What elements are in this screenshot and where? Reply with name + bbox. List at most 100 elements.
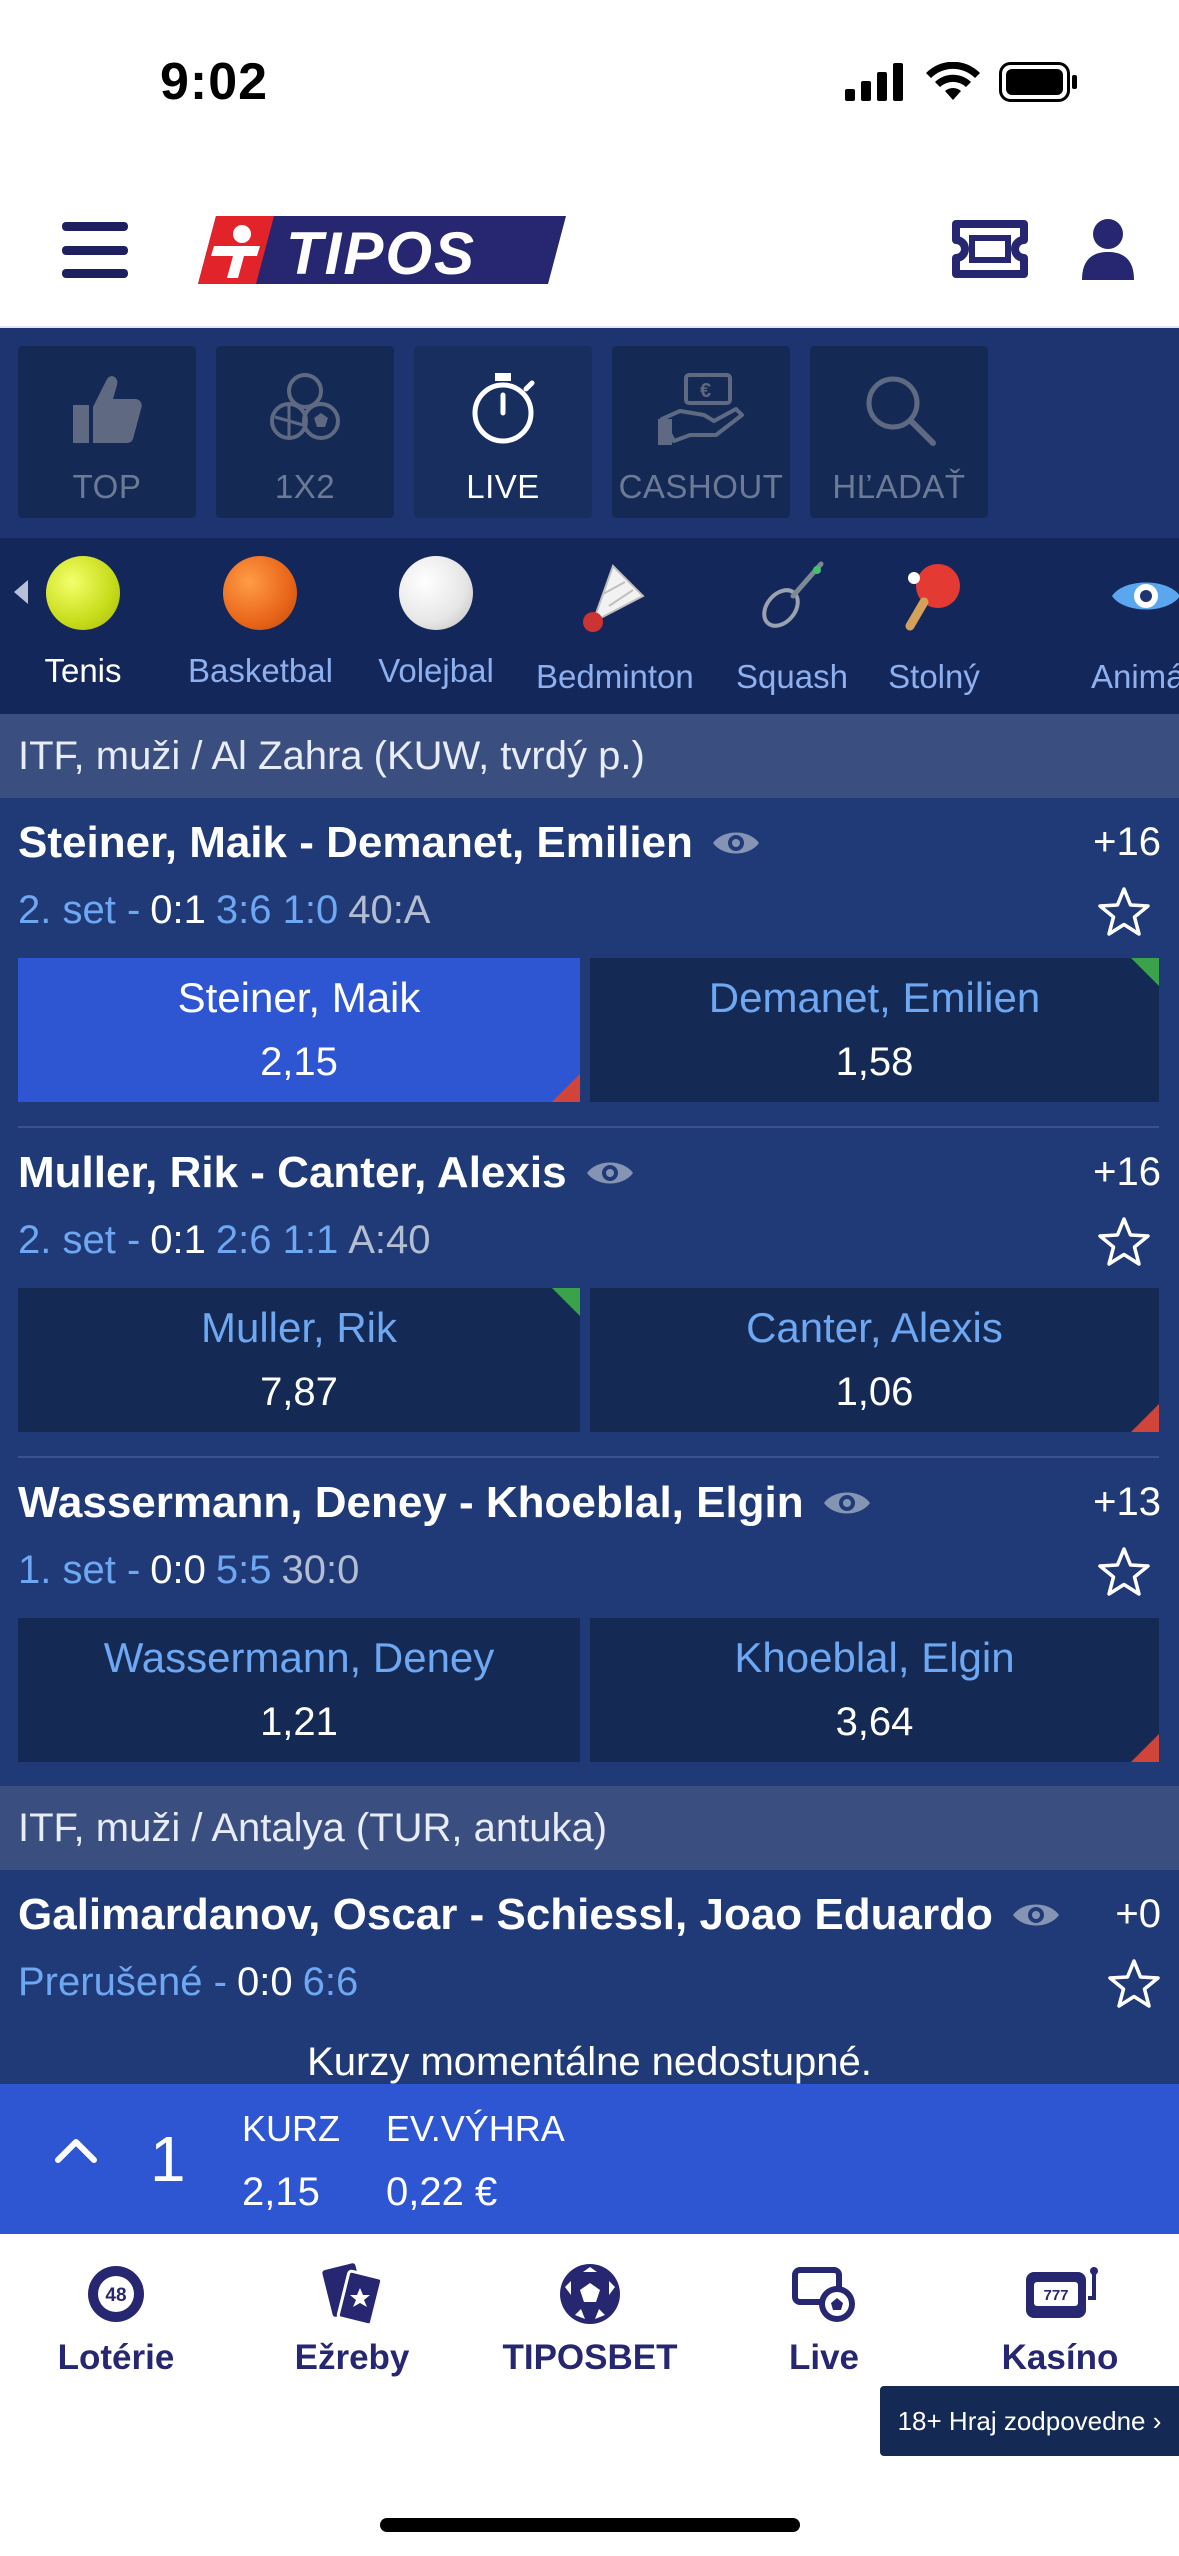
scroll-left-icon[interactable] xyxy=(14,580,28,604)
match-card: Muller, Rik - Canter, Alexis +16 2. set … xyxy=(0,1128,1179,1458)
sport-name: Basketbal xyxy=(188,652,333,689)
more-markets-count[interactable]: +16 xyxy=(1093,1150,1161,1195)
odd-button-away[interactable]: Demanet, Emilien 1,58 xyxy=(590,958,1159,1102)
odds-up-indicator xyxy=(552,1288,580,1316)
favorite-star-icon[interactable] xyxy=(1107,1958,1161,2010)
sport-volejbal[interactable]: Volejbal xyxy=(378,556,494,690)
nav-label: Lotérie xyxy=(57,2338,175,2377)
sport-tenis[interactable]: Tenis xyxy=(38,556,128,690)
match-title[interactable]: Muller, Rik - Canter, Alexis xyxy=(18,1148,635,1198)
svg-text:48: 48 xyxy=(105,2285,126,2306)
tipos-logo[interactable]: TIPOS xyxy=(196,214,566,286)
tab-search[interactable]: HĽADAŤ xyxy=(810,346,988,518)
nav-ezreby[interactable]: Ežreby xyxy=(252,2258,452,2378)
odd-button-home[interactable]: Muller, Rik 7,87 xyxy=(18,1288,580,1432)
odds-row: Steiner, Maik 2,15 Demanet, Emilien 1,58 xyxy=(18,958,1159,1102)
potential-win-label: EV.VÝHRA xyxy=(386,2108,565,2149)
live-score: 2. set -0:1 2:6 1:1 A:40 xyxy=(18,1218,431,1262)
league-header[interactable]: ITF, muži / Al Zahra (KUW, tvrdý p.) xyxy=(0,714,1179,798)
chevron-up-icon[interactable] xyxy=(54,2134,98,2164)
live-score: Prerušené -0:0 6:6 xyxy=(18,1960,359,2004)
live-screen-ball-icon xyxy=(792,2267,855,2322)
search-icon xyxy=(866,376,936,446)
eye-icon[interactable] xyxy=(711,827,761,859)
tab-label: HĽADAŤ xyxy=(832,468,966,505)
status-icons xyxy=(845,62,1079,102)
odds-label: KURZ xyxy=(242,2108,340,2149)
thumbs-up-icon xyxy=(73,376,142,443)
favorite-star-icon[interactable] xyxy=(1097,1216,1151,1268)
tab-label: 1X2 xyxy=(274,468,336,505)
odds-unavailable-message: Kurzy momentálne nedostupné. xyxy=(307,2040,872,2084)
sport-name: Tenis xyxy=(44,652,122,689)
svg-text:777: 777 xyxy=(1043,2287,1068,2304)
odds-down-indicator xyxy=(1131,1404,1159,1432)
odd-button-away[interactable]: Khoeblal, Elgin 3,64 xyxy=(590,1618,1159,1762)
more-markets-count[interactable]: +13 xyxy=(1093,1480,1161,1525)
tab-1x2[interactable]: 1X2 xyxy=(216,346,394,518)
sport-name: Animác xyxy=(1090,658,1179,695)
more-markets-count[interactable]: +16 xyxy=(1093,820,1161,865)
tab-label: TOP xyxy=(72,468,142,505)
nav-loterie[interactable]: 48 Lotérie xyxy=(16,2258,216,2378)
odd-button-home[interactable]: Steiner, Maik 2,15 xyxy=(18,958,580,1102)
e-tickets-icon xyxy=(322,2263,384,2326)
odds-row: Wassermann, Deney 1,21 Khoeblal, Elgin 3… xyxy=(18,1618,1159,1762)
odds-down-indicator xyxy=(1131,1734,1159,1762)
eye-icon[interactable] xyxy=(1011,1899,1061,1931)
favorite-star-icon[interactable] xyxy=(1097,886,1151,938)
squash-racket-icon xyxy=(762,561,824,628)
battery-icon xyxy=(999,62,1077,102)
nav-label: Live xyxy=(788,2338,860,2377)
tab-top[interactable]: TOP xyxy=(18,346,196,518)
match-title[interactable]: Wassermann, Deney - Khoeblal, Elgin xyxy=(18,1478,872,1528)
live-score: 1. set -0:0 5:5 30:0 xyxy=(18,1548,360,1592)
favorite-star-icon[interactable] xyxy=(1097,1546,1151,1598)
match-title[interactable]: Steiner, Maik - Demanet, Emilien xyxy=(18,818,761,868)
match-card: Wassermann, Deney - Khoeblal, Elgin +13 … xyxy=(0,1458,1179,1784)
volleyball-icon xyxy=(399,556,473,630)
ticket-icon[interactable] xyxy=(952,220,1028,278)
sport-animacie[interactable]: Animác xyxy=(1076,556,1179,696)
nav-live[interactable]: Live xyxy=(724,2258,924,2378)
status-time: 9:02 xyxy=(160,53,269,111)
odds-row: Muller, Rik 7,87 Canter, Alexis 1,06 xyxy=(18,1288,1159,1432)
more-markets-count[interactable]: +0 xyxy=(1115,1892,1161,1937)
top-navigation: TOP 1X2 LIVE € CASHOUT HĽADAŤ xyxy=(0,328,1179,538)
odd-button-home[interactable]: Wassermann, Deney 1,21 xyxy=(18,1618,580,1762)
user-account-icon[interactable] xyxy=(1080,218,1136,280)
sport-squash[interactable]: Squash xyxy=(736,556,848,696)
eye-icon[interactable] xyxy=(585,1157,635,1189)
odd-button-away[interactable]: Canter, Alexis 1,06 xyxy=(590,1288,1159,1432)
match-title[interactable]: Galimardanov, Oscar - Schiessl, Joao Edu… xyxy=(18,1890,1061,1940)
league-header[interactable]: ITF, muži / Antalya (TUR, antuka) xyxy=(0,1786,1179,1870)
signal-icon xyxy=(845,63,903,101)
tab-live[interactable]: LIVE xyxy=(414,346,592,518)
tab-label: LIVE xyxy=(466,468,540,505)
odds-down-indicator xyxy=(552,1074,580,1102)
eye-icon[interactable] xyxy=(822,1487,872,1519)
odds-value: 2,15 xyxy=(242,2170,320,2214)
sport-stolny-tenis[interactable]: Stolný xyxy=(884,556,984,696)
sport-bedminton[interactable]: Bedminton xyxy=(536,556,694,696)
betslip-count: 1 xyxy=(150,2123,186,2195)
nav-tiposbet[interactable]: TIPOSBET xyxy=(490,2258,690,2378)
eye-icon xyxy=(1112,582,1179,610)
nav-label: TIPOSBET xyxy=(502,2338,678,2377)
sport-basketbal[interactable]: Basketbal xyxy=(188,556,333,690)
tab-cashout[interactable]: € CASHOUT xyxy=(612,346,790,518)
app-header: TIPOS xyxy=(0,170,1179,328)
responsible-gaming-link[interactable]: 18+ Hraj zodpovedne › xyxy=(880,2386,1179,2456)
status-bar: 9:02 xyxy=(0,0,1179,170)
sport-name: Squash xyxy=(736,658,848,695)
sport-name: Volejbal xyxy=(378,652,494,689)
match-card: Galimardanov, Oscar - Schiessl, Joao Edu… xyxy=(0,1870,1179,2084)
betslip-bar[interactable]: 1 KURZ 2,15 EV.VÝHRA 0,22 € xyxy=(0,2084,1179,2234)
shuttlecock-icon xyxy=(583,564,645,632)
cashout-hand-icon: € xyxy=(658,373,744,445)
sport-name: Stolný xyxy=(888,658,980,695)
svg-text:TIPOS: TIPOS xyxy=(286,220,476,286)
nav-kasino[interactable]: 777 Kasíno xyxy=(960,2258,1160,2378)
bottom-navigation: 48 Lotérie Ežreby TIPOSBET Live 777 Kasí… xyxy=(0,2234,1179,2556)
menu-icon[interactable] xyxy=(62,222,128,278)
